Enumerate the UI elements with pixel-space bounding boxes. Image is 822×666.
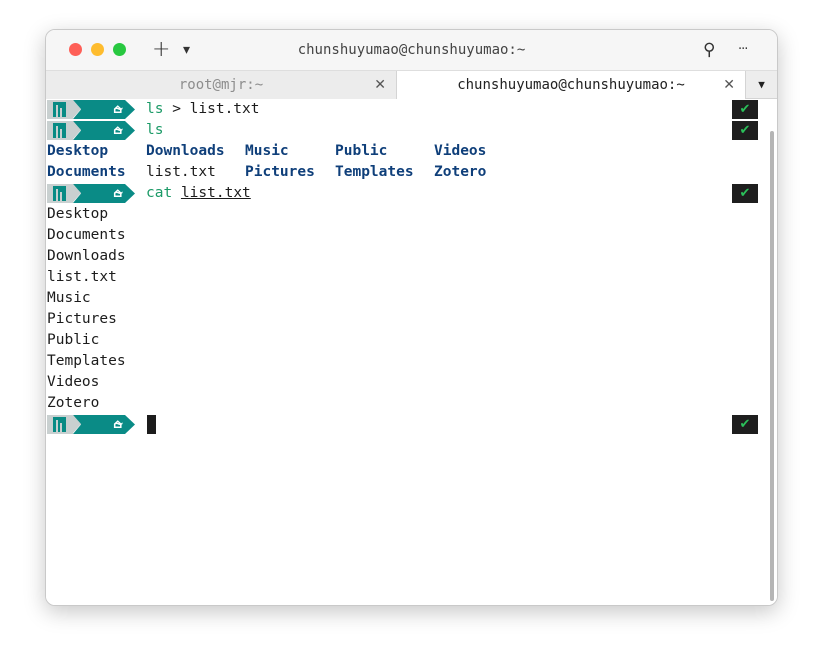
ls-entry: Templates — [335, 164, 414, 180]
output-line: Pictures — [47, 311, 117, 327]
output-line: Desktop — [47, 206, 109, 222]
ls-entry: Documents — [47, 164, 126, 180]
prompt-line: ⌂ ~ ✔ — [47, 414, 777, 435]
output-line: list.txt — [47, 269, 117, 285]
text-cursor — [147, 415, 156, 434]
ls-entry: Downloads — [146, 143, 225, 159]
output-line: Music — [47, 290, 91, 306]
prompt-dir: ~ — [113, 417, 124, 432]
status-check-icon: ✔ — [732, 121, 758, 140]
prompt-dir: ~ — [113, 186, 124, 201]
terminal-content[interactable]: ⌂ ~ ls > list.txt ✔ ⌂ ~ ls ✔ Desktop Dow… — [46, 99, 777, 605]
tab-chunshuyumao[interactable]: chunshuyumao@chunshuyumao:~ ✕ — [396, 71, 746, 99]
tab-bar: root@mjr:~ ✕ chunshuyumao@chunshuyumao:~… — [46, 70, 777, 99]
prompt-dir-segment: ⌂ ~ — [73, 100, 135, 119]
manjaro-logo-icon — [47, 100, 73, 119]
output-line: Downloads — [47, 248, 126, 264]
prompt-line: ⌂ ~ ls ✔ — [47, 120, 777, 141]
tab-label: root@mjr:~ — [178, 77, 264, 93]
command-text: ls > list.txt — [146, 101, 260, 117]
tab-list-menu-icon[interactable]: ▼ — [746, 71, 777, 99]
ls-output-row: Documents list.txt Pictures Templates Zo… — [47, 162, 747, 183]
status-check-icon: ✔ — [732, 184, 758, 203]
command-text: ls — [146, 122, 164, 138]
tab-root-mjr[interactable]: root@mjr:~ ✕ — [46, 71, 396, 99]
output-line: Public — [47, 332, 100, 348]
ls-entry: Public — [335, 143, 388, 159]
manjaro-logo-icon — [47, 184, 73, 203]
output-line: Videos — [47, 374, 100, 390]
more-options-icon[interactable]: ··· — [738, 36, 748, 64]
title-bar: + ▾ chunshuyumao@chunshuyumao:~ ⚲ ··· — [46, 30, 777, 70]
output-line: Templates — [47, 353, 126, 369]
close-tab-icon[interactable]: ✕ — [374, 71, 386, 99]
terminal-window: + ▾ chunshuyumao@chunshuyumao:~ ⚲ ··· ro… — [45, 29, 778, 606]
prompt-line: ⌂ ~ ls > list.txt ✔ — [47, 99, 777, 120]
output-line: Zotero — [47, 395, 100, 411]
manjaro-logo-icon — [47, 121, 73, 140]
prompt-dir-segment: ⌂ ~ — [73, 415, 135, 434]
prompt-dir-segment: ⌂ ~ — [73, 184, 135, 203]
prompt-dir-segment: ⌂ ~ — [73, 121, 135, 140]
window-title: chunshuyumao@chunshuyumao:~ — [297, 42, 526, 58]
close-tab-icon[interactable]: ✕ — [723, 71, 735, 99]
ls-entry: Zotero — [434, 164, 487, 180]
status-check-icon: ✔ — [732, 415, 758, 434]
ls-entry: Music — [245, 143, 289, 159]
prompt-dir: ~ — [113, 123, 124, 138]
command-text: cat list.txt — [146, 185, 251, 201]
ls-entry: Desktop — [47, 143, 109, 159]
prompt-dir: ~ — [113, 102, 124, 117]
tab-label: chunshuyumao@chunshuyumao:~ — [457, 77, 685, 93]
scrollbar[interactable] — [770, 131, 774, 601]
manjaro-logo-icon — [47, 415, 73, 434]
ls-output-row: Desktop Downloads Music Public Videos — [47, 141, 747, 162]
output-line: Documents — [47, 227, 126, 243]
ls-entry: list.txt — [146, 164, 216, 180]
status-check-icon: ✔ — [732, 100, 758, 119]
prompt-line: ⌂ ~ cat list.txt ✔ — [47, 183, 777, 204]
ls-entry: Pictures — [245, 164, 315, 180]
search-icon[interactable]: ⚲ — [703, 36, 715, 64]
ls-entry: Videos — [434, 143, 487, 159]
